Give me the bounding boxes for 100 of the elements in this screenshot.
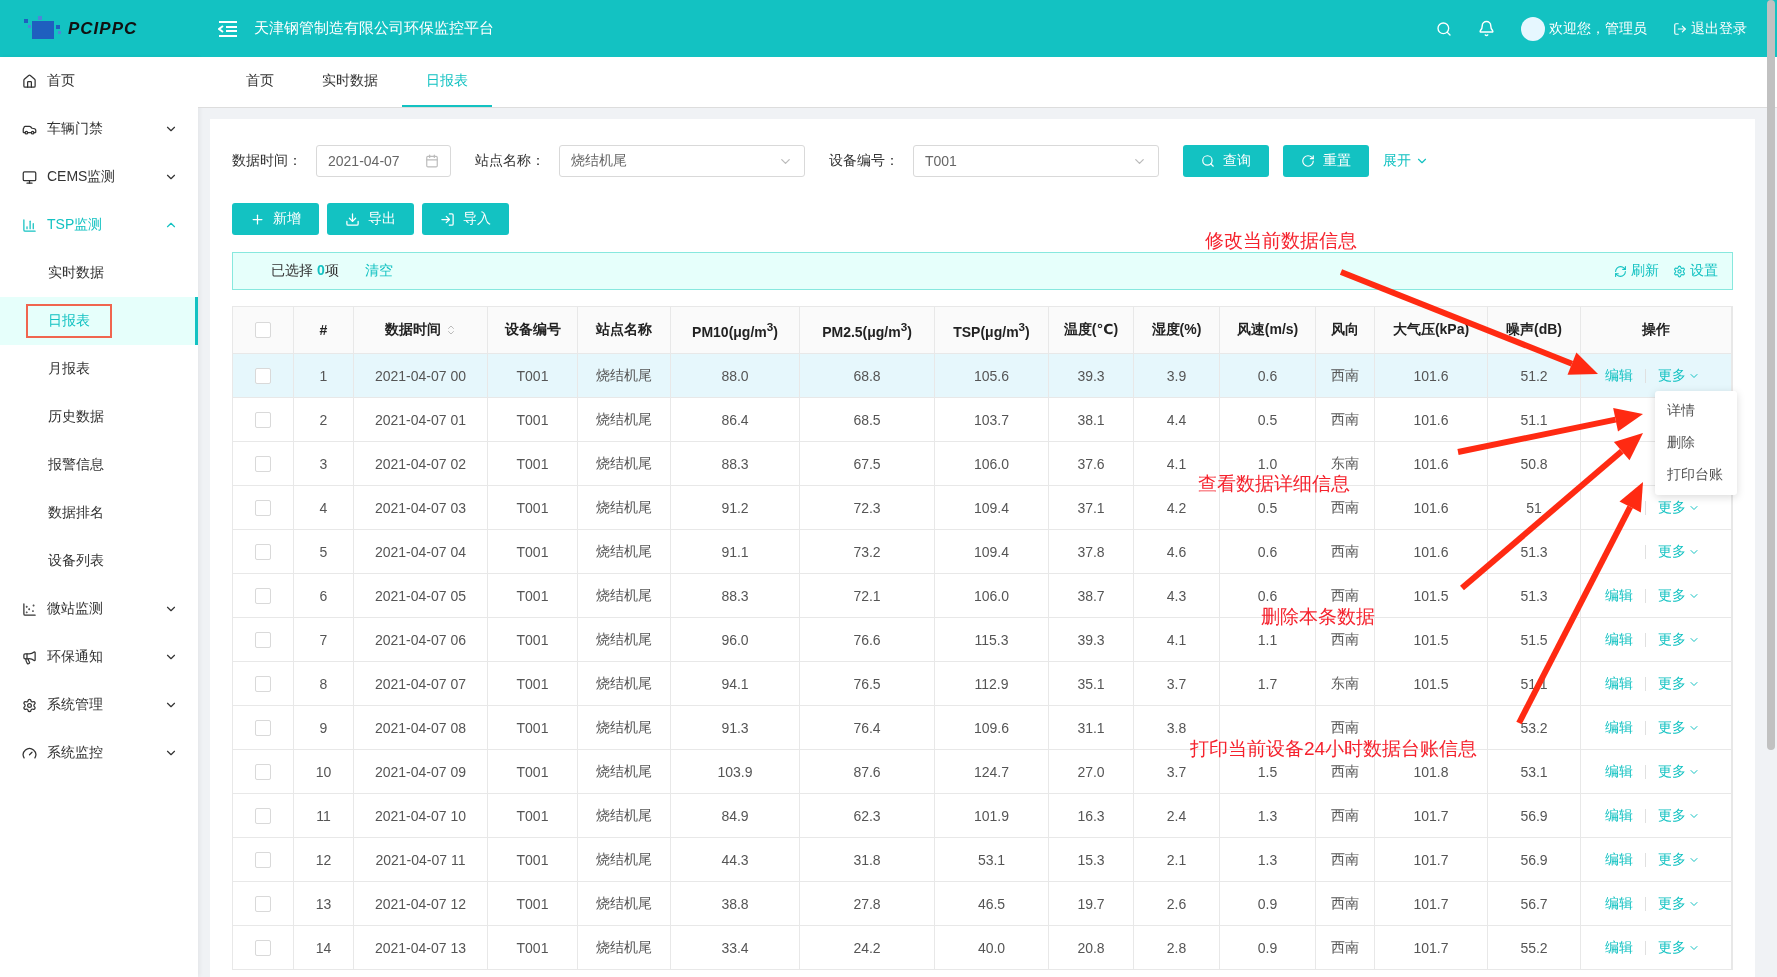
more-link[interactable]: 更多: [1658, 894, 1700, 913]
edit-link[interactable]: 编辑: [1605, 806, 1633, 825]
table-cell: T001: [488, 442, 578, 485]
table-cell: 101.7: [1375, 926, 1488, 969]
sidebar-subitem[interactable]: 日报表: [0, 297, 198, 345]
more-link[interactable]: 更多: [1658, 586, 1700, 605]
more-link[interactable]: 更多: [1658, 366, 1700, 385]
edit-link[interactable]: 编辑: [1605, 938, 1633, 957]
tab[interactable]: 日报表: [402, 57, 492, 107]
refresh-link[interactable]: 刷新: [1614, 262, 1659, 280]
edit-link[interactable]: 编辑: [1605, 674, 1633, 693]
date-field[interactable]: 2021-04-07: [316, 145, 451, 177]
column-header: #: [294, 307, 354, 353]
table-cell: 112.9: [935, 662, 1049, 705]
table-cell: 38.1: [1049, 398, 1134, 441]
edit-link[interactable]: 编辑: [1605, 718, 1633, 737]
tab[interactable]: 首页: [222, 57, 298, 107]
sidebar-item[interactable]: 首页: [0, 57, 198, 105]
table-cell: 0.9: [1220, 882, 1316, 925]
logo-text: PCIPPC: [68, 18, 138, 39]
table-cell: 76.6: [800, 618, 935, 661]
table-cell: 2021-04-07 01: [354, 398, 488, 441]
column-header: 数据时间: [354, 307, 488, 353]
table-cell: 5: [294, 530, 354, 573]
menu-item[interactable]: 详情: [1655, 395, 1737, 427]
table-cell: 6: [294, 574, 354, 617]
menu-item[interactable]: 删除: [1655, 427, 1737, 459]
table-cell: 2021-04-07 09: [354, 750, 488, 793]
edit-link[interactable]: 编辑: [1605, 894, 1633, 913]
more-link[interactable]: 更多: [1658, 762, 1700, 781]
reset-button[interactable]: 重置: [1283, 145, 1369, 177]
table-cell: 91.2: [671, 486, 800, 529]
table-cell: 烧结机尾: [578, 486, 671, 529]
edit-link[interactable]: 编辑: [1605, 366, 1633, 385]
table-cell: 14: [294, 926, 354, 969]
tab[interactable]: 实时数据: [298, 57, 402, 107]
welcome-text: 欢迎您，管理员: [1549, 19, 1647, 38]
expand-link[interactable]: 展开: [1383, 152, 1429, 170]
table-cell: 91.3: [671, 706, 800, 749]
sidebar-item[interactable]: 系统管理: [0, 681, 198, 729]
sidebar-item[interactable]: CEMS监测: [0, 153, 198, 201]
table-cell: 2.6: [1134, 882, 1220, 925]
table-cell: 2.1: [1134, 838, 1220, 881]
select-field[interactable]: T001: [913, 145, 1159, 177]
sidebar-subitem[interactable]: 数据排名: [0, 489, 198, 537]
table-cell: 53.1: [1488, 750, 1581, 793]
select-field[interactable]: 烧结机尾: [559, 145, 805, 177]
sidebar-subitem[interactable]: 实时数据: [0, 249, 198, 297]
table-cell: 101.5: [1375, 574, 1488, 617]
table-cell: 88.3: [671, 442, 800, 485]
more-link[interactable]: 更多: [1658, 718, 1700, 737]
sidebar-item[interactable]: 系统监控: [0, 729, 198, 777]
sidebar-subitem[interactable]: 报警信息: [0, 441, 198, 489]
sidebar-subitem[interactable]: 设备列表: [0, 537, 198, 585]
table-cell: 2021-04-07 06: [354, 618, 488, 661]
column-header: 湿度(%): [1134, 307, 1220, 353]
more-link[interactable]: 更多: [1658, 938, 1700, 957]
more-link[interactable]: 更多: [1658, 850, 1700, 869]
more-link[interactable]: 更多: [1658, 498, 1700, 517]
table-cell: 101.9: [935, 794, 1049, 837]
column-header: 大气压(kPa): [1375, 307, 1488, 353]
toolbar-button[interactable]: 导入: [422, 203, 509, 235]
logout-link[interactable]: 退出登录: [1673, 19, 1747, 38]
sidebar-item[interactable]: 微站监测: [0, 585, 198, 633]
clear-link[interactable]: 清空: [364, 262, 393, 280]
menu-item[interactable]: 打印台账: [1655, 459, 1737, 491]
sidebar-item[interactable]: TSP监测: [0, 201, 198, 249]
settings-link[interactable]: 设置: [1673, 262, 1718, 280]
toolbar-button[interactable]: 新增: [232, 203, 319, 235]
edit-link[interactable]: 编辑: [1605, 630, 1633, 649]
search-button[interactable]: 查询: [1183, 145, 1269, 177]
table-cell: 101.5: [1375, 618, 1488, 661]
table-cell: 87.6: [800, 750, 935, 793]
table-cell: 50.8: [1488, 442, 1581, 485]
table-cell: 39.3: [1049, 618, 1134, 661]
table-cell: 46.5: [935, 882, 1049, 925]
table-cell: 76.5: [800, 662, 935, 705]
table-cell: 3.9: [1134, 354, 1220, 397]
edit-link[interactable]: 编辑: [1605, 850, 1633, 869]
table-cell: 51: [1488, 486, 1581, 529]
table-cell: 2021-04-07 00: [354, 354, 488, 397]
table-cell: 烧结机尾: [578, 926, 671, 969]
toolbar-button[interactable]: 导出: [327, 203, 414, 235]
table-cell: 2021-04-07 04: [354, 530, 488, 573]
more-link[interactable]: 更多: [1658, 542, 1700, 561]
sidebar-item[interactable]: 车辆门禁: [0, 105, 198, 153]
table-cell: 2021-04-07 10: [354, 794, 488, 837]
table-cell: 115.3: [935, 618, 1049, 661]
edit-link[interactable]: 编辑: [1605, 586, 1633, 605]
edit-link[interactable]: 编辑: [1605, 762, 1633, 781]
sidebar-subitem[interactable]: 历史数据: [0, 393, 198, 441]
sidebar-subitem[interactable]: 月报表: [0, 345, 198, 393]
table-cell: 101.6: [1375, 530, 1488, 573]
sidebar-item[interactable]: 环保通知: [0, 633, 198, 681]
filter-label: 数据时间：: [232, 152, 302, 170]
more-link[interactable]: 更多: [1658, 674, 1700, 693]
more-link[interactable]: 更多: [1658, 630, 1700, 649]
more-link[interactable]: 更多: [1658, 806, 1700, 825]
table-cell: 8: [294, 662, 354, 705]
table-cell: 2.4: [1134, 794, 1220, 837]
